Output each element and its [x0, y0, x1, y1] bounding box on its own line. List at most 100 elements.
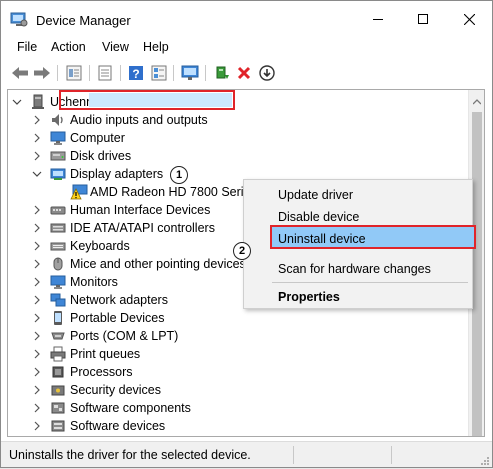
title-bar: Device Manager	[1, 1, 492, 37]
monitor-icon	[50, 130, 66, 146]
tree-item-disk-drives[interactable]: Disk drives	[8, 147, 468, 165]
chevron-right-icon[interactable]	[32, 384, 42, 396]
chevron-down-icon[interactable]	[12, 96, 22, 108]
processor-icon	[50, 364, 66, 380]
tree-item-label: Software devices	[70, 419, 166, 433]
tree-item-portable[interactable]: Portable Devices	[8, 309, 468, 327]
svg-text:?: ?	[132, 67, 139, 81]
context-menu: Update driver Disable device Uninstall d…	[243, 179, 476, 309]
maximize-button[interactable]	[400, 1, 446, 37]
printer-icon	[50, 346, 66, 362]
menu-item-update-driver[interactable]: Update driver	[278, 188, 353, 202]
update-driver-icon[interactable]	[212, 63, 232, 83]
tree-item-label: Computer	[70, 131, 125, 145]
resize-grip-icon[interactable]	[480, 455, 490, 465]
security-device-icon	[50, 382, 66, 398]
list-icon[interactable]	[95, 63, 115, 83]
step-badge-2: 2	[233, 242, 251, 260]
tree-item-label: Mice and other pointing devices	[70, 257, 246, 271]
tree-item-label: Print queues	[70, 347, 141, 361]
device-manager-window: Device Manager File Action View Help ? U…	[0, 0, 493, 468]
ide-controller-icon	[50, 220, 66, 236]
hid-icon	[50, 202, 66, 218]
help-icon[interactable]: ?	[126, 63, 146, 83]
menu-item-scan-hardware[interactable]: Scan for hardware changes	[278, 262, 431, 276]
details-icon[interactable]	[149, 63, 169, 83]
tree-item-label: Security devices	[70, 383, 162, 397]
tree-item-computer[interactable]: Computer	[8, 129, 468, 147]
scroll-up-arrow-icon[interactable]	[472, 95, 482, 105]
computer-icon	[30, 94, 46, 110]
scroll-thumb[interactable]	[472, 112, 482, 436]
tree-item-software-components[interactable]: Software components	[8, 399, 468, 417]
back-arrow-icon[interactable]	[10, 63, 30, 83]
menu-view[interactable]: View	[102, 40, 129, 54]
tree-item-label: Human Interface Devices	[70, 203, 211, 217]
chevron-right-icon[interactable]	[32, 114, 42, 126]
menu-item-uninstall-device[interactable]: Uninstall device	[278, 232, 366, 246]
window-title: Device Manager	[36, 13, 131, 28]
disable-device-icon[interactable]	[257, 63, 277, 83]
tree-item-software-devices[interactable]: Software devices	[8, 417, 468, 435]
chevron-right-icon[interactable]	[32, 294, 42, 306]
tree-item-audio[interactable]: Audio inputs and outputs	[8, 111, 468, 129]
network-adapter-icon	[50, 292, 66, 308]
chevron-right-icon[interactable]	[32, 258, 42, 270]
chevron-right-icon[interactable]	[32, 312, 42, 324]
tree-item-label: Monitors	[70, 275, 118, 289]
chevron-right-icon[interactable]	[32, 276, 42, 288]
chevron-right-icon[interactable]	[32, 222, 42, 234]
display-adapter-icon	[50, 166, 66, 182]
selected-item-highlight	[59, 90, 235, 110]
disk-drive-icon	[50, 148, 66, 164]
minimize-button[interactable]	[355, 1, 401, 37]
tree-item-label: Display adapters	[70, 167, 164, 181]
monitor-scan-icon[interactable]	[180, 63, 200, 83]
step-badge-1: 1	[170, 166, 188, 184]
tree-item-label: Audio inputs and outputs	[70, 113, 208, 127]
uninstall-x-icon[interactable]	[234, 63, 254, 83]
menu-bar: File Action View Help	[1, 37, 492, 59]
chevron-right-icon[interactable]	[32, 366, 42, 378]
chevron-right-icon[interactable]	[32, 132, 42, 144]
chevron-right-icon[interactable]	[32, 402, 42, 414]
keyboard-icon	[50, 238, 66, 254]
tree-item-label: Ports (COM & LPT)	[70, 329, 179, 343]
tree-item-processors[interactable]: Processors	[8, 363, 468, 381]
properties-icon[interactable]	[64, 63, 84, 83]
tree-item-label: AMD Radeon HD 7800 Series	[90, 185, 257, 199]
menu-action[interactable]: Action	[51, 40, 86, 54]
forward-arrow-icon[interactable]	[32, 63, 52, 83]
menu-help[interactable]: Help	[143, 40, 169, 54]
port-icon	[50, 328, 66, 344]
monitor-icon	[50, 274, 66, 290]
toolbar: ?	[1, 59, 492, 86]
chevron-right-icon[interactable]	[32, 150, 42, 162]
status-bar: Uninstalls the driver for the selected d…	[1, 441, 492, 467]
tree-item-label: Processors	[70, 365, 133, 379]
device-manager-app-icon	[10, 12, 28, 27]
chevron-right-icon[interactable]	[32, 240, 42, 252]
mouse-icon	[50, 256, 66, 272]
tree-item-security[interactable]: Security devices	[8, 381, 468, 399]
tree-item-label: IDE ATA/ATAPI controllers	[70, 221, 215, 235]
chevron-right-icon[interactable]	[32, 348, 42, 360]
menu-file[interactable]: File	[17, 40, 37, 54]
tree-item-label: Keyboards	[70, 239, 130, 253]
portable-device-icon	[50, 310, 66, 326]
chevron-right-icon[interactable]	[32, 330, 42, 342]
chevron-right-icon[interactable]	[32, 204, 42, 216]
menu-item-properties[interactable]: Properties	[278, 290, 340, 304]
tree-item-label: Disk drives	[70, 149, 132, 163]
speaker-icon	[50, 112, 66, 128]
chevron-down-icon[interactable]	[32, 168, 42, 180]
menu-item-disable-device[interactable]: Disable device	[278, 210, 359, 224]
tree-item-print-queues[interactable]: Print queues	[8, 345, 468, 363]
close-button[interactable]	[446, 1, 492, 37]
chevron-right-icon[interactable]	[32, 420, 42, 432]
menu-separator	[272, 282, 468, 283]
software-component-icon	[50, 400, 66, 416]
software-device-icon	[50, 418, 66, 434]
tree-item-label: Network adapters	[70, 293, 168, 307]
tree-item-ports[interactable]: Ports (COM & LPT)	[8, 327, 468, 345]
